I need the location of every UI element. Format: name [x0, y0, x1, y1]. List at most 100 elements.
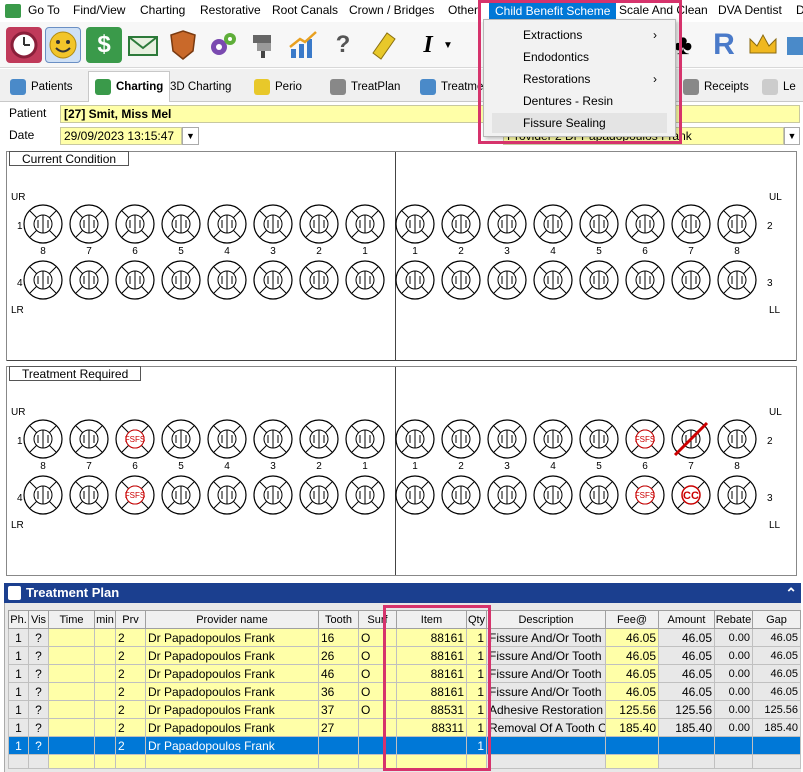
- tooth-lower[interactable]: [625, 260, 665, 300]
- cell-amount[interactable]: [658, 736, 715, 755]
- cell-tooth[interactable]: 36: [318, 682, 359, 701]
- column-header[interactable]: min: [94, 610, 116, 629]
- cell-empty[interactable]: [28, 754, 49, 769]
- date-picker-button[interactable]: ▼: [182, 127, 199, 145]
- cell-desc[interactable]: Fissure And/Or Tooth: [486, 646, 606, 665]
- tooth-lower[interactable]: [115, 260, 155, 300]
- gears-icon[interactable]: [205, 27, 241, 63]
- tooth-upper[interactable]: [23, 204, 63, 244]
- cell-fee[interactable]: [605, 736, 659, 755]
- cell-provider[interactable]: Dr Papadopoulos Frank: [145, 682, 319, 701]
- tooth-lower[interactable]: [671, 260, 711, 300]
- cell-min[interactable]: [94, 682, 116, 701]
- cell-fee[interactable]: 185.40: [605, 718, 659, 737]
- cell-tooth[interactable]: 27: [318, 718, 359, 737]
- column-header[interactable]: Gap: [752, 610, 801, 629]
- tooth-upper[interactable]: [717, 419, 757, 459]
- tooth-upper[interactable]: [345, 204, 385, 244]
- patient-field[interactable]: [27] Smit, Miss Mel: [60, 105, 800, 123]
- collapse-icon[interactable]: ⌃: [785, 583, 797, 603]
- cell-ph[interactable]: 1: [8, 700, 29, 719]
- cell-empty[interactable]: [94, 754, 116, 769]
- menu-charting[interactable]: Charting: [140, 3, 185, 17]
- tooth-upper[interactable]: [161, 204, 201, 244]
- cell-fee[interactable]: 46.05: [605, 628, 659, 647]
- cell-rebate[interactable]: 0.00: [714, 664, 753, 683]
- column-header[interactable]: Description: [486, 610, 606, 629]
- tooth-upper[interactable]: FSFS: [115, 419, 155, 459]
- tooth-upper[interactable]: [253, 204, 293, 244]
- cell-fee[interactable]: 125.56: [605, 700, 659, 719]
- cell-provider[interactable]: Dr Papadopoulos Frank: [145, 736, 319, 755]
- chart-icon[interactable]: [285, 27, 321, 63]
- tooth-upper[interactable]: [395, 204, 435, 244]
- tooth-lower[interactable]: [717, 260, 757, 300]
- cell-min[interactable]: [94, 664, 116, 683]
- cell-empty[interactable]: [8, 754, 29, 769]
- tooth-upper[interactable]: [487, 204, 527, 244]
- tooth-upper[interactable]: [671, 419, 711, 459]
- tooth-lower[interactable]: [253, 260, 293, 300]
- cell-rebate[interactable]: 0.00: [714, 646, 753, 665]
- smiley-icon[interactable]: [45, 27, 81, 63]
- cell-ph[interactable]: 1: [8, 646, 29, 665]
- clock-icon[interactable]: [6, 27, 42, 63]
- column-header[interactable]: Vis: [28, 610, 49, 629]
- menu-restorative[interactable]: Restorative: [200, 3, 261, 17]
- cell-tooth[interactable]: 16: [318, 628, 359, 647]
- tooth-upper[interactable]: [487, 419, 527, 459]
- tab-patients[interactable]: Patients: [10, 73, 73, 101]
- cell-vis[interactable]: ?: [28, 736, 49, 755]
- cell-provider[interactable]: Dr Papadopoulos Frank: [145, 646, 319, 665]
- tooth-upper[interactable]: [115, 204, 155, 244]
- tooth-upper[interactable]: [441, 204, 481, 244]
- cell-empty[interactable]: [714, 754, 753, 769]
- tooth-lower[interactable]: [207, 260, 247, 300]
- cell-amount[interactable]: 46.05: [658, 664, 715, 683]
- tooth-upper[interactable]: [207, 419, 247, 459]
- tooth-upper[interactable]: [253, 419, 293, 459]
- cell-ph[interactable]: 1: [8, 736, 29, 755]
- menu-dva-dentist[interactable]: DVA Dentist: [718, 3, 782, 17]
- tooth-lower[interactable]: [23, 475, 63, 515]
- tab-3d-charting[interactable]: 3D Charting: [170, 73, 231, 101]
- tooth-upper[interactable]: [533, 419, 573, 459]
- dropdown-arrow-icon[interactable]: ▼: [440, 27, 456, 63]
- cell-fee[interactable]: 46.05: [605, 682, 659, 701]
- help-icon[interactable]: ?: [325, 27, 361, 63]
- cell-desc[interactable]: Fissure And/Or Tooth: [486, 682, 606, 701]
- cell-min[interactable]: [94, 646, 116, 665]
- cell-gap[interactable]: 46.05: [752, 646, 801, 665]
- box-icon[interactable]: [785, 27, 803, 63]
- cell-fee[interactable]: 46.05: [605, 646, 659, 665]
- cell-empty[interactable]: [486, 754, 606, 769]
- tooth-upper[interactable]: FSFS: [625, 419, 665, 459]
- cell-empty[interactable]: [658, 754, 715, 769]
- tooth-upper[interactable]: [69, 419, 109, 459]
- tooth-lower[interactable]: CC: [671, 475, 711, 515]
- tooth-upper[interactable]: [69, 204, 109, 244]
- current-condition-chart[interactable]: Current Condition UR UL 1 2 4 3 LR LL 8 7…: [6, 151, 797, 361]
- menu-other[interactable]: Other: [448, 3, 478, 17]
- cell-empty[interactable]: [605, 754, 659, 769]
- cell-empty[interactable]: [48, 754, 95, 769]
- eraser-icon[interactable]: [365, 27, 401, 63]
- tooth-lower[interactable]: [441, 475, 481, 515]
- cell-time[interactable]: [48, 700, 95, 719]
- cell-min[interactable]: [94, 628, 116, 647]
- column-header[interactable]: Ph.: [8, 610, 29, 629]
- cell-rebate[interactable]: 0.00: [714, 700, 753, 719]
- cell-ph[interactable]: 1: [8, 628, 29, 647]
- tab-treatme[interactable]: Treatme: [420, 73, 483, 101]
- cell-desc[interactable]: [486, 736, 606, 755]
- cell-gap[interactable]: 185.40: [752, 718, 801, 737]
- tooth-lower[interactable]: [207, 475, 247, 515]
- menu-go-to[interactable]: Go To: [28, 3, 60, 17]
- cell-desc[interactable]: Removal Of A Tooth O: [486, 718, 606, 737]
- cell-min[interactable]: [94, 718, 116, 737]
- tooth-lower[interactable]: [717, 475, 757, 515]
- cell-prv[interactable]: 2: [115, 646, 146, 665]
- cell-ph[interactable]: 1: [8, 682, 29, 701]
- cell-time[interactable]: [48, 628, 95, 647]
- tab-treatplan[interactable]: TreatPlan: [330, 73, 400, 101]
